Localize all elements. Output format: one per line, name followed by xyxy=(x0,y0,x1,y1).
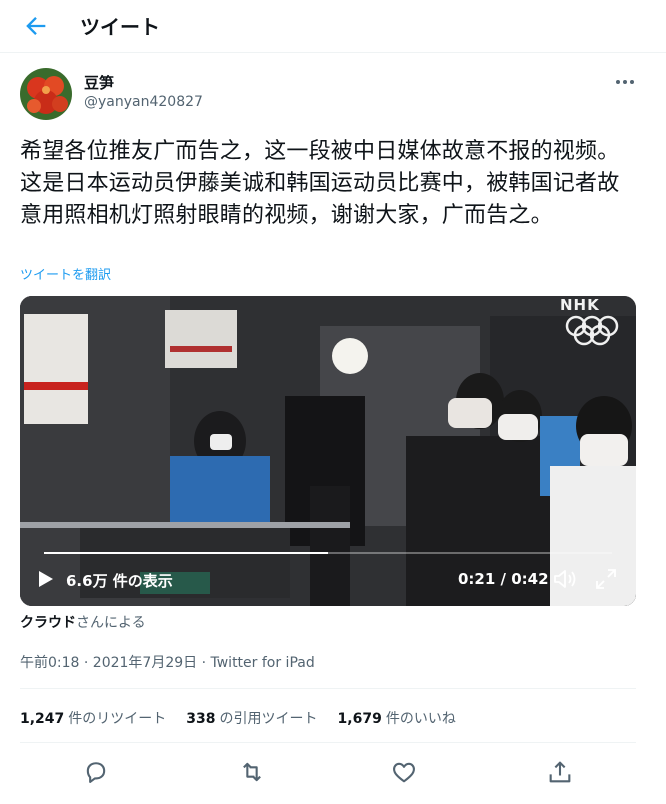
user-handle[interactable]: @yanyan420827 xyxy=(84,94,203,110)
avatar[interactable] xyxy=(20,68,72,120)
tweet-stats: 1,247 件のリツイート 338 の引用ツイート 1,679 件のいいね xyxy=(20,708,476,728)
display-name[interactable]: 豆笋 xyxy=(84,72,114,93)
retweets-count: 1,247 xyxy=(20,711,65,727)
quotes-count: 338 xyxy=(186,711,216,727)
credit-name[interactable]: クラウド xyxy=(20,615,76,631)
quotes-label: の引用ツイート xyxy=(219,711,318,727)
fullscreen-icon[interactable] xyxy=(594,567,618,591)
retweets-stat[interactable]: 1,247 件のリツイート xyxy=(20,708,166,728)
page-title: ツイート xyxy=(80,15,160,39)
play-icon[interactable] xyxy=(38,570,54,588)
volume-icon[interactable] xyxy=(552,567,578,591)
translate-link[interactable]: ツイートを翻訳 xyxy=(20,264,111,283)
video-scrubber[interactable] xyxy=(44,552,612,554)
likes-stat[interactable]: 1,679 件のいいね xyxy=(338,708,456,728)
media-credit: クラウドさんによる xyxy=(20,612,146,632)
retweet-icon[interactable] xyxy=(238,758,266,786)
tweet-text: 希望各位推友广而告之，这一段被中日媒体故意不报的视频。这是日本运动员伊藤美诚和韩… xyxy=(20,139,620,228)
video-player[interactable]: NHK 6.6万 件の表示 0:21 / 0:42 xyxy=(20,296,636,606)
like-icon[interactable] xyxy=(390,758,418,786)
share-icon[interactable] xyxy=(546,758,574,786)
avatar-image xyxy=(20,68,72,120)
back-arrow-icon[interactable] xyxy=(22,12,50,40)
divider xyxy=(20,688,636,689)
likes-count: 1,679 xyxy=(337,711,382,727)
video-frame xyxy=(20,296,636,606)
video-time: 0:21 / 0:42 xyxy=(458,570,549,588)
tweet-timestamp[interactable]: 午前0:18 · 2021年7月29日 · Twitter for iPad xyxy=(20,652,315,672)
quotes-stat[interactable]: 338 の引用ツイート xyxy=(186,708,317,728)
divider xyxy=(20,742,636,743)
more-icon[interactable] xyxy=(612,72,638,92)
reply-icon[interactable] xyxy=(82,758,110,786)
retweets-label: 件のリツイート xyxy=(68,711,167,727)
page-header: ツイート xyxy=(0,0,666,53)
video-progress xyxy=(44,552,328,554)
broadcaster-watermark: NHK xyxy=(560,296,600,314)
credit-suffix: さんによる xyxy=(76,615,146,631)
likes-label: 件のいいね xyxy=(385,711,456,727)
view-count: 6.6万 件の表示 xyxy=(66,572,173,590)
